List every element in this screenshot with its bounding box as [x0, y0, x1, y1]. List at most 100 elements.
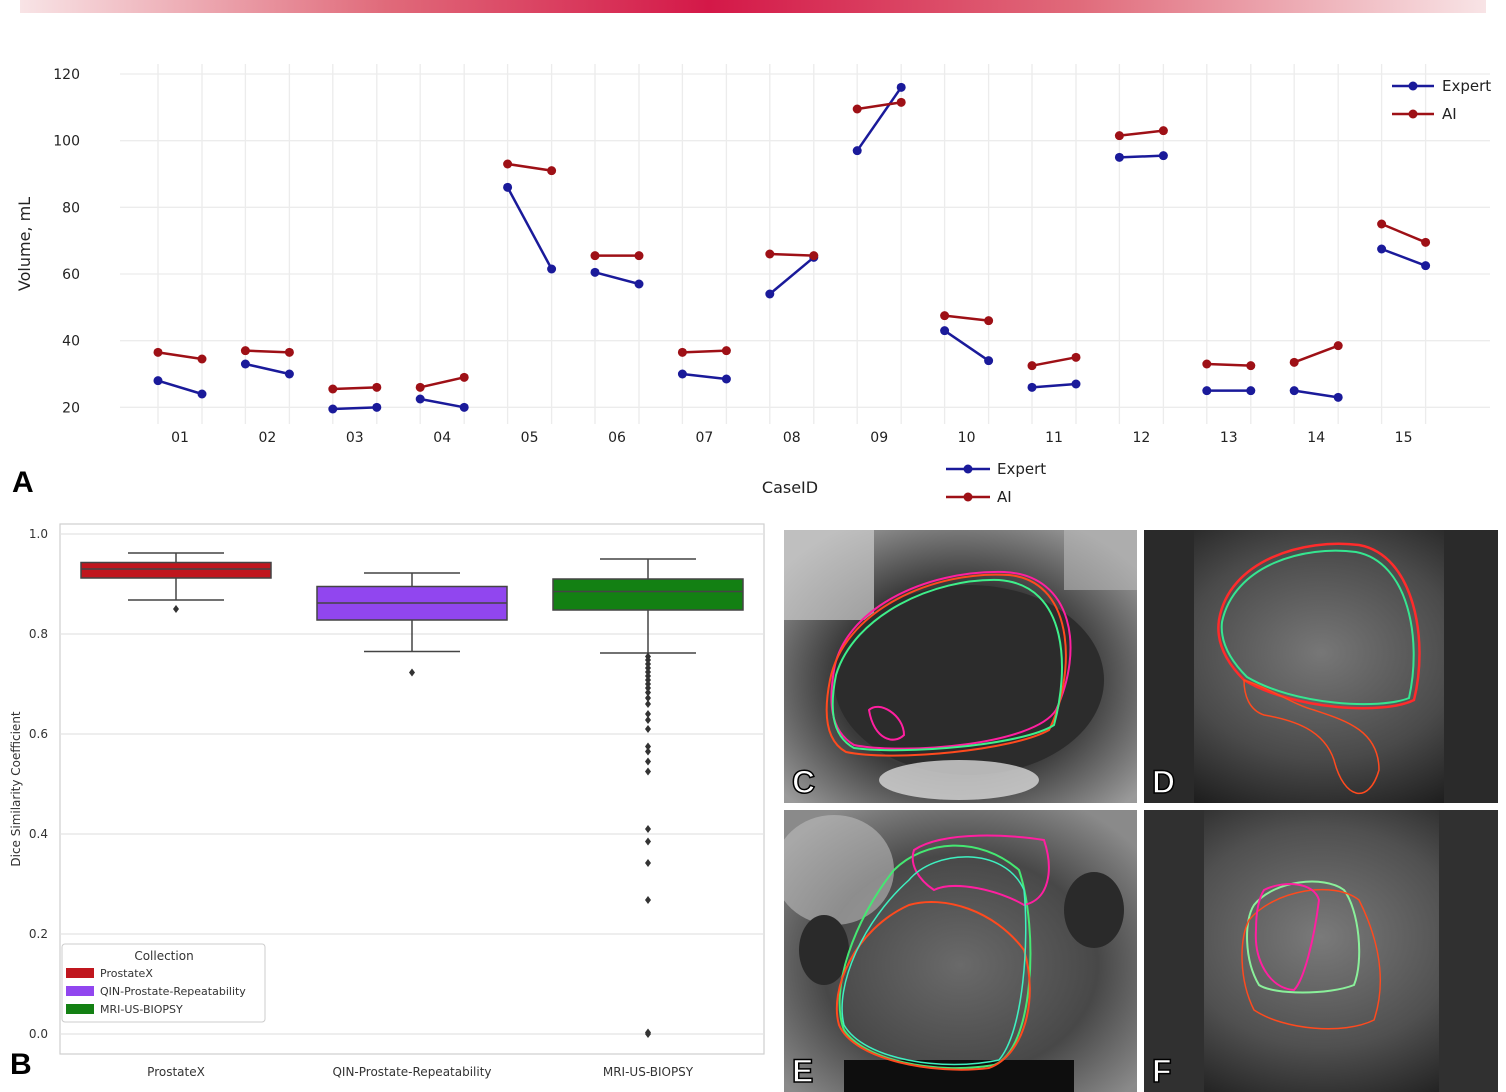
- box-2-outlier-14: [645, 725, 651, 733]
- legend-label-ai: AI: [1442, 105, 1457, 123]
- y-tick-1.0: 1.0: [29, 527, 48, 541]
- ai-segment-09: [857, 101, 902, 111]
- ai-segment-03: [332, 386, 377, 391]
- y-tick-0.2: 0.2: [29, 927, 48, 941]
- expert-point-05-a: [503, 182, 513, 192]
- ai-point-13-a: [1202, 359, 1212, 369]
- legend-label-expert: Expert: [1442, 77, 1491, 95]
- ai-segment-12: [1119, 129, 1164, 137]
- expert-point-01-a: [153, 376, 163, 386]
- panel-label-d: D: [1151, 763, 1176, 801]
- legend-label-0: ProstateX: [100, 967, 153, 980]
- ai-point-01-a: [153, 347, 163, 357]
- x-tick-08: 08: [783, 430, 801, 446]
- expert-point-03-b: [372, 402, 382, 412]
- ai-segment-13: [1206, 362, 1251, 367]
- expert-segment-07: [682, 372, 727, 381]
- ai-segment-07: [682, 349, 727, 354]
- box-2-outlier-20: [645, 837, 651, 846]
- x-tick-2: MRI-US-BIOPSY: [603, 1065, 694, 1079]
- mri-image-e: E: [784, 810, 1137, 1092]
- expert-segment-03: [332, 406, 377, 411]
- legend-swatch-0: [66, 968, 94, 978]
- ai-point-09-b: [896, 97, 906, 107]
- mri-image-c: C: [784, 530, 1137, 803]
- ai-point-04-b: [459, 372, 469, 382]
- legend-below-marker-expert: [963, 464, 973, 474]
- expert-segment-04: [419, 397, 465, 409]
- x-tick-15: 15: [1395, 430, 1413, 446]
- panel-label-e: E: [791, 1052, 814, 1090]
- ai-point-15-a: [1377, 219, 1387, 229]
- x-tick-06: 06: [608, 430, 626, 446]
- panel-label-b: B: [10, 1048, 32, 1081]
- expert-point-04-a: [415, 394, 425, 404]
- ai-point-01-b: [197, 354, 207, 364]
- expert-point-09-b: [896, 82, 906, 92]
- x-tick-13: 13: [1220, 430, 1238, 446]
- mri-image-d: D: [1144, 530, 1498, 803]
- ai-point-13-b: [1246, 361, 1256, 371]
- expert-point-01-b: [197, 389, 207, 399]
- x-tick-02: 02: [258, 430, 276, 446]
- box-1-outlier-0: [409, 668, 415, 677]
- expert-segment-14: [1294, 389, 1339, 399]
- expert-point-06-a: [590, 267, 600, 277]
- ai-point-09-a: [852, 104, 862, 114]
- legend-swatch-1: [66, 986, 94, 996]
- box-2-iqr: [552, 578, 744, 611]
- box-2-outlier-24: [645, 1030, 651, 1038]
- expert-point-14-a: [1289, 386, 1299, 396]
- legend-marker-expert: [1408, 81, 1418, 91]
- expert-point-08-a: [765, 289, 775, 299]
- x-tick-03: 03: [346, 430, 364, 446]
- expert-point-09-a: [852, 146, 862, 156]
- volume-line-chart: 20 40 60 80 100 120 Volume, mL 01 02 03 04 05 06 07 08…: [15, 64, 1491, 506]
- legend-below-marker-ai: [963, 492, 973, 502]
- ai-point-12-a: [1114, 131, 1124, 141]
- box-2-outlier-19: [645, 825, 651, 833]
- y-axis-label: Volume, mL: [15, 197, 34, 291]
- mri-scan-f: [1144, 810, 1498, 1092]
- mri-scan-d: [1144, 530, 1498, 803]
- x-tick-04: 04: [433, 430, 451, 446]
- expert-point-04-b: [459, 402, 469, 412]
- ai-point-04-a: [415, 382, 425, 392]
- x-tick-14: 14: [1307, 430, 1325, 446]
- ai-point-05-b: [547, 166, 557, 176]
- box-2-outlier-17: [645, 757, 651, 766]
- ai-segment-05: [507, 162, 552, 172]
- ai-point-02-a: [240, 346, 250, 356]
- ai-point-06-b: [634, 251, 644, 261]
- panel-label-a: A: [12, 466, 34, 499]
- expert-segment-01: [157, 379, 203, 396]
- ai-point-11-b: [1071, 352, 1081, 362]
- ai-point-07-a: [677, 347, 687, 357]
- dice-box-plot: 0.0 0.2 0.4 0.6 0.8 1.0 Dice Similarity Coeffi…: [9, 523, 765, 1079]
- expert-point-07-b: [721, 374, 731, 384]
- legend-label-2: MRI-US-BIOPSY: [100, 1003, 183, 1016]
- box-0-outlier-0: [173, 605, 179, 613]
- y-tick-0.8: 0.8: [29, 627, 48, 641]
- x-axis-label: CaseID: [762, 478, 818, 497]
- x-tick-09: 09: [870, 430, 888, 446]
- panel-label-f: F: [1151, 1052, 1172, 1090]
- ai-point-12-b: [1158, 126, 1168, 136]
- legend-label-1: QIN-Prostate-Repeatability: [100, 985, 246, 998]
- box-2-outlier-18: [645, 767, 651, 776]
- x-tick-1: QIN-Prostate-Repeatability: [332, 1065, 491, 1079]
- expert-point-10-a: [940, 326, 950, 336]
- legend-below-label-expert: Expert: [997, 460, 1046, 478]
- expert-point-13-a: [1202, 386, 1212, 396]
- y-tick-0.4: 0.4: [29, 827, 48, 841]
- expert-point-10-b: [984, 356, 994, 366]
- mri-image-f: F: [1144, 810, 1498, 1092]
- box-0-iqr: [80, 561, 272, 579]
- expert-point-13-b: [1246, 386, 1256, 396]
- expert-point-15-a: [1377, 244, 1387, 254]
- expert-point-12-b: [1158, 151, 1168, 161]
- ai-point-14-a: [1289, 357, 1299, 367]
- ai-segment-01: [157, 351, 203, 361]
- expert-segment-11: [1031, 382, 1077, 389]
- x-tick-01: 01: [171, 430, 189, 446]
